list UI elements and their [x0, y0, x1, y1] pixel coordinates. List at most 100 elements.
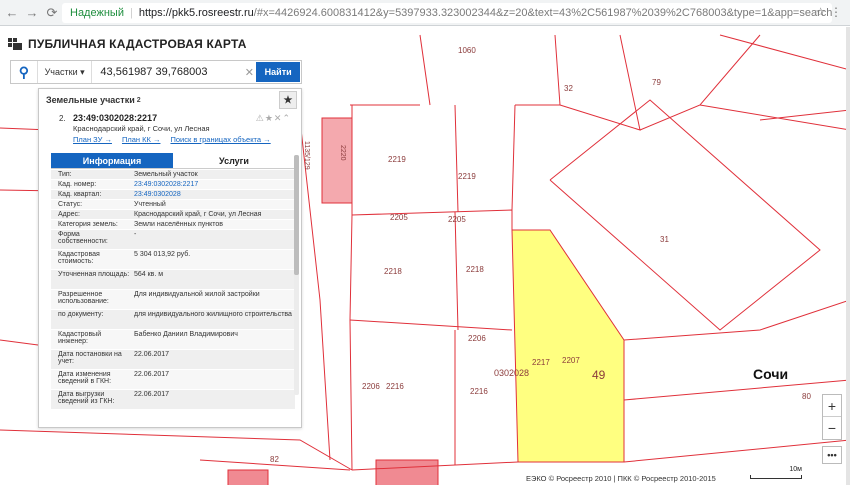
cadastral-id: 23:49:0302028:2217 — [73, 113, 158, 123]
info-row: Адрес: Краснодарский край, г Сочи, ул Лес… — [51, 210, 295, 220]
info-key: Дата выгрузки сведений из ГКН: — [58, 391, 115, 405]
info-row: Дата выгрузки сведений из ГКН: 22.06.2017 — [51, 390, 295, 410]
info-value: 5 304 013,92 руб. — [134, 251, 191, 258]
info-row: по документу: для индивидуального жилищно… — [51, 310, 295, 330]
back-icon[interactable]: ← — [4, 5, 20, 20]
logo-icon — [8, 38, 22, 50]
info-value: Земельный участок — [134, 171, 198, 178]
tab-services[interactable]: Услуги — [173, 153, 295, 168]
info-key: Разрешенное использование: — [58, 291, 109, 305]
app-title-text: ПУБЛИЧНАЯ КАДАСТРОВАЯ КАРТА — [28, 37, 247, 51]
info-value: 22.06.2017 — [134, 391, 170, 398]
info-key: по документу: — [58, 311, 104, 318]
info-table: Тип: Земельный участок Кад. номер: 23:49:03… — [51, 170, 295, 410]
panel-title: Земельные участки — [46, 95, 135, 105]
info-key: Дата изменения сведений в ГКН: — [58, 371, 112, 385]
panel-scrollbar[interactable] — [294, 155, 299, 395]
parcel-number: 2218 — [384, 267, 402, 276]
scrollbar-thumb[interactable] — [294, 155, 299, 275]
info-row: Кад. номер: 23:49:0302028:2217 — [51, 180, 295, 190]
parcel-number: 2205 — [448, 215, 466, 224]
divider: | — [129, 7, 133, 19]
parcel-number: 2219 — [388, 155, 406, 164]
info-value: 22.06.2017 — [134, 371, 170, 378]
parcel-number: 2206 — [468, 334, 486, 343]
info-key: Статус: — [58, 201, 83, 208]
parcel-number: 2206 — [362, 382, 380, 391]
parcel-number: 2205 — [390, 213, 408, 222]
info-row: Разрешенное использование: Для индивидуал… — [51, 290, 295, 310]
info-row: Уточненная площадь: 564 кв. м — [51, 270, 295, 290]
info-key: Форма собственности: — [58, 231, 108, 245]
search-bar: ⚲ Участки ▾ ✕ Найти — [10, 60, 302, 84]
highlighted-parcel — [511, 229, 625, 463]
info-value: - — [134, 231, 137, 238]
info-value: Краснодарский край, г Сочи, ул Лесная — [134, 211, 262, 218]
info-row: Кадастровая стоимость: 5 304 013,92 руб. — [51, 250, 295, 270]
parcel-number: 79 — [652, 78, 661, 87]
info-value: Бабенко Даниил Владимирович — [134, 331, 238, 338]
search-type-dropdown[interactable]: Участки ▾ — [36, 61, 93, 83]
secure-label: Надежный — [70, 7, 124, 19]
parcel-number: 80 — [802, 392, 811, 401]
search-boundaries-link[interactable]: Поиск в границах объекта → — [170, 135, 270, 144]
item-links: План ЗУ → План КК → Поиск в границах объ… — [73, 135, 271, 144]
info-row: Тип: Земельный участок — [51, 170, 295, 180]
pink-parcel-bottom — [375, 459, 439, 485]
pink-parcel — [321, 117, 353, 204]
parcel-number: 2216 — [386, 382, 404, 391]
info-link[interactable]: 23:49:0302028 — [131, 190, 295, 199]
zoom-out-button[interactable]: − — [823, 417, 841, 439]
app-title: ПУБЛИЧНАЯ КАДАСТРОВАЯ КАРТА — [8, 37, 247, 51]
search-type-label: Участки — [44, 67, 78, 77]
city-label: Сочи — [753, 366, 789, 382]
info-row: Дата изменения сведений в ГКН: 22.06.2017 — [51, 370, 295, 390]
item-action-icons[interactable]: ⚠★✕⌃ — [256, 113, 291, 124]
info-key: Кадастровая стоимость: — [58, 251, 100, 265]
clear-icon[interactable]: ✕ — [242, 66, 256, 79]
favorite-star-icon[interactable]: ★ — [279, 91, 297, 109]
plan-zu-link[interactable]: План ЗУ → — [73, 135, 112, 144]
parcel-number: 32 — [564, 84, 573, 93]
info-row: Дата постановки на учет: 22.06.2017 — [51, 350, 295, 370]
parcel-number: 82 — [270, 455, 279, 464]
info-key: Кад. номер: — [58, 181, 97, 188]
more-button[interactable]: ••• — [822, 446, 842, 464]
parcel-number: 2217 — [532, 358, 550, 367]
info-tabs: Информация Услуги — [51, 153, 295, 169]
parcel-number: 1060 — [458, 46, 476, 55]
browser-menu-icon[interactable]: ⋮ — [830, 5, 842, 19]
zoom-control: + − — [822, 394, 842, 440]
parcel-number: 2218 — [466, 265, 484, 274]
page-scrollbar[interactable] — [846, 27, 850, 485]
result-item[interactable]: 2. 23:49:0302028:2217 ⚠★✕⌃ Краснодарский… — [39, 111, 301, 153]
search-input[interactable] — [92, 62, 243, 82]
browser-toolbar: ← → ⟳ Надежный | https://pkk5.rosreestr.… — [0, 0, 850, 26]
info-value: 564 кв. м — [134, 271, 164, 278]
forward-icon[interactable]: → — [24, 5, 40, 20]
panel-header: Земельные участки 2 ★ — [39, 89, 301, 111]
item-number: 2. — [59, 114, 66, 123]
info-value: для индивидуального жилищного строительс… — [134, 311, 292, 318]
address-bar[interactable]: Надежный | https://pkk5.rosreestr.ru/#x=… — [62, 3, 832, 23]
info-key: Дата постановки на учет: — [58, 351, 122, 365]
parcel-number: 2220 — [339, 145, 346, 161]
info-link[interactable]: 23:49:0302028:2217 — [131, 180, 295, 189]
scale-label: 10м — [789, 466, 802, 473]
find-button[interactable]: Найти — [256, 62, 301, 82]
search-icon[interactable]: ⚲ — [11, 61, 37, 83]
url-path: /#x=4426924.600831412&y=5397933.32300234… — [253, 7, 832, 19]
parcel-number: 1135/129 — [303, 141, 310, 170]
reload-icon[interactable]: ⟳ — [44, 5, 60, 21]
tab-information[interactable]: Информация — [51, 153, 173, 168]
plan-kk-link[interactable]: План КК → — [122, 135, 161, 144]
info-row: Кад. квартал: 23:49:0302028 — [51, 190, 295, 200]
info-value: Для индивидуальной жилой застройки — [134, 291, 260, 298]
parcel-number: 2216 — [470, 387, 488, 396]
bookmark-star-icon[interactable]: ☆ — [815, 5, 826, 19]
zoom-in-button[interactable]: + — [823, 395, 841, 417]
info-key: Кад. квартал: — [58, 191, 102, 198]
info-key: Категория земель: — [58, 221, 118, 228]
item-address: Краснодарский край, г Сочи, ул Лесная — [73, 124, 210, 133]
result-count: 2 — [136, 96, 141, 104]
